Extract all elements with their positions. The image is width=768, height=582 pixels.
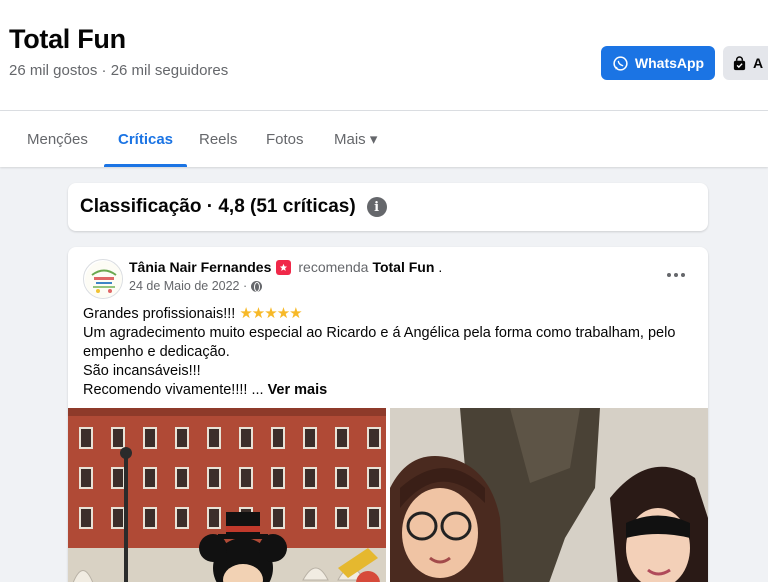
avatar[interactable] [83, 259, 123, 299]
recommends-text: recomenda [298, 259, 369, 275]
review-line: Recomendo vivamente!!!! ... Ver mais [83, 381, 698, 400]
review-text: Grandes profissionais!!! ★★★★★ Um agrade… [83, 304, 698, 400]
whatsapp-icon [613, 55, 628, 71]
photo-building-plaza [68, 408, 386, 582]
page-title: Total Fun [9, 24, 126, 54]
review-line: Grandes profissionais!!! ★★★★★ [83, 304, 698, 324]
avatar-logo-icon [85, 261, 122, 298]
tab-mencoes[interactable]: Menções [27, 111, 88, 167]
page-header: Total Fun 26 mil gostos · 26 mil seguido… [0, 0, 768, 111]
tab-mais[interactable]: Mais ▾ [334, 111, 377, 167]
review-card: Tânia Nair Fernandes recomenda Total Fun… [68, 247, 708, 582]
author-name[interactable]: Tânia Nair Fernandes [129, 259, 271, 275]
whatsapp-label: WhatsApp [634, 55, 705, 71]
review-photo[interactable] [68, 408, 386, 582]
review-line-2: Um agradecimento muito especial ao Ricar… [83, 325, 676, 360]
whatsapp-button[interactable]: WhatsApp [601, 46, 715, 80]
tab-criticas[interactable]: Críticas [103, 111, 188, 167]
see-more-link[interactable]: Ver mais [268, 382, 328, 398]
info-icon[interactable]: i [366, 197, 387, 217]
reviewed-page-link[interactable]: Total Fun [372, 259, 434, 275]
recommend-badge-icon [276, 259, 292, 275]
tab-reels[interactable]: Reels [199, 111, 237, 167]
page-stats: 26 mil gostos · 26 mil seguidores [9, 62, 229, 79]
rating-title: Classificação · 4,8 (51 críticas) [80, 196, 356, 217]
rating-summary-card: Classificação · 4,8 (51 críticas) i [68, 183, 708, 231]
photo-selfie-statue [390, 408, 708, 582]
review-date-line: 24 de Maio de 2022 · [129, 279, 263, 293]
star-rating-icon: ★★★★★ [239, 305, 302, 322]
tab-fotos[interactable]: Fotos [266, 111, 304, 167]
review-author-line: Tânia Nair Fernandes recomenda Total Fun… [129, 259, 443, 275]
shopping-bag-icon [733, 55, 746, 70]
more-options-icon[interactable] [662, 263, 690, 287]
review-line-3: São incansáveis!!! [83, 363, 201, 379]
shop-button-label: A [753, 55, 764, 71]
shop-button[interactable]: A [723, 46, 768, 80]
review-photo[interactable] [390, 408, 708, 582]
review-line-1: Grandes profissionais!!! [83, 306, 236, 322]
globe-icon [251, 280, 263, 292]
page-tabs: Menções Críticas Reels Fotos Mais ▾ [0, 111, 768, 167]
review-line-4: Recomendo vivamente!!!! ... [83, 382, 264, 398]
review-date[interactable]: 24 de Maio de 2022 · [129, 279, 247, 293]
